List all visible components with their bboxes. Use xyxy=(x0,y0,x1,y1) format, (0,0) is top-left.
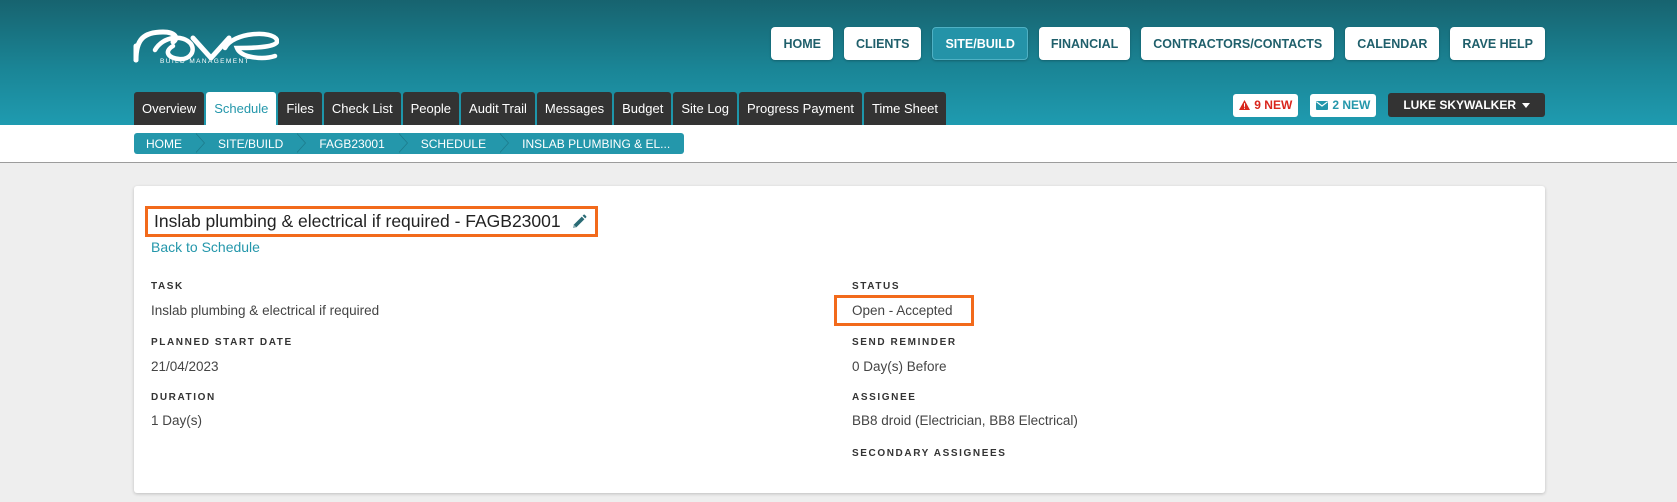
breadcrumb-bar: HOME SITE/BUILD FAGB23001 SCHEDULE INSLA… xyxy=(0,125,1677,163)
warning-triangle-icon xyxy=(1239,100,1251,110)
task-value: Inslab plumbing & electrical if required xyxy=(151,303,380,318)
messages-badge[interactable]: 2 NEW xyxy=(1310,93,1377,117)
tab-time-sheet[interactable]: Time Sheet xyxy=(863,92,946,125)
warnings-count: 9 NEW xyxy=(1254,98,1293,112)
warnings-badge[interactable]: 9 NEW xyxy=(1233,93,1299,117)
top-navigation: HOME CLIENTS SITE/BUILD FINANCIAL CONTRA… xyxy=(771,27,1545,60)
breadcrumb-current-task[interactable]: INSLAB PLUMBING & EL... xyxy=(500,133,684,154)
planned-start-value: 21/04/2023 xyxy=(151,359,219,374)
app-header: BUILD MANAGEMENT HOME CLIENTS SITE/BUILD… xyxy=(0,0,1677,125)
tab-check-list[interactable]: Check List xyxy=(323,92,401,125)
rave-logo[interactable]: BUILD MANAGEMENT xyxy=(0,0,300,75)
pencil-icon[interactable] xyxy=(571,214,587,230)
logo-subtitle: BUILD MANAGEMENT xyxy=(160,58,250,65)
task-title-box: Inslab plumbing & electrical if required… xyxy=(145,206,598,237)
task-label: TASK xyxy=(151,281,184,292)
breadcrumb-site-build[interactable]: SITE/BUILD xyxy=(196,133,307,154)
status-label: STATUS xyxy=(852,281,901,292)
tab-audit-trail[interactable]: Audit Trail xyxy=(461,92,535,125)
assignee-label: ASSIGNEE xyxy=(852,392,917,403)
messages-count: 2 NEW xyxy=(1332,98,1371,112)
caret-down-icon xyxy=(1522,102,1530,108)
nav-home-button[interactable]: HOME xyxy=(771,27,833,60)
tab-people[interactable]: People xyxy=(402,92,460,125)
user-menu-button[interactable]: LUKE SKYWALKER xyxy=(1388,93,1545,117)
page-title: Inslab plumbing & electrical if required… xyxy=(154,211,561,231)
assignee-value: BB8 droid (Electrician, BB8 Electrical) xyxy=(852,413,1078,428)
nav-rave-help-button[interactable]: RAVE HELP xyxy=(1450,27,1545,60)
header-alerts: 9 NEW 2 NEW LUKE SKYWALKER xyxy=(1233,93,1545,117)
send-reminder-value: 0 Day(s) Before xyxy=(852,359,947,374)
breadcrumb-schedule[interactable]: SCHEDULE xyxy=(399,133,510,154)
tab-messages[interactable]: Messages xyxy=(536,92,613,125)
breadcrumb: HOME SITE/BUILD FAGB23001 SCHEDULE INSLA… xyxy=(134,133,685,154)
status-value: Open - Accepted xyxy=(852,303,953,318)
planned-start-label: PLANNED START DATE xyxy=(151,337,293,348)
duration-value: 1 Day(s) xyxy=(151,413,203,428)
tab-schedule[interactable]: Schedule xyxy=(206,92,277,125)
send-reminder-label: SEND REMINDER xyxy=(852,337,957,348)
nav-site-build-button[interactable]: SITE/BUILD xyxy=(932,27,1028,60)
secondary-assignees-label: SECONDARY ASSIGNEES xyxy=(852,448,1007,459)
breadcrumb-site-code[interactable]: FAGB23001 xyxy=(297,133,409,154)
tab-budget[interactable]: Budget xyxy=(614,92,672,125)
breadcrumb-home[interactable]: HOME xyxy=(134,133,205,154)
task-detail-card: Inslab plumbing & electrical if required… xyxy=(134,186,1545,493)
nav-calendar-button[interactable]: CALENDAR xyxy=(1345,27,1440,60)
tab-overview[interactable]: Overview xyxy=(134,92,205,125)
tab-files[interactable]: Files xyxy=(278,92,322,125)
envelope-icon xyxy=(1316,100,1329,110)
tab-progress-payment[interactable]: Progress Payment xyxy=(739,92,862,125)
nav-contractors-contacts-button[interactable]: CONTRACTORS/CONTACTS xyxy=(1141,27,1335,60)
user-name: LUKE SKYWALKER xyxy=(1403,98,1516,112)
back-to-schedule-link[interactable]: Back to Schedule xyxy=(151,239,260,255)
tab-site-log[interactable]: Site Log xyxy=(673,92,738,125)
nav-financial-button[interactable]: FINANCIAL xyxy=(1038,27,1131,60)
nav-clients-button[interactable]: CLIENTS xyxy=(843,27,922,60)
duration-label: DURATION xyxy=(151,392,216,403)
site-tabs: Overview Schedule Files Check List Peopl… xyxy=(134,92,946,125)
